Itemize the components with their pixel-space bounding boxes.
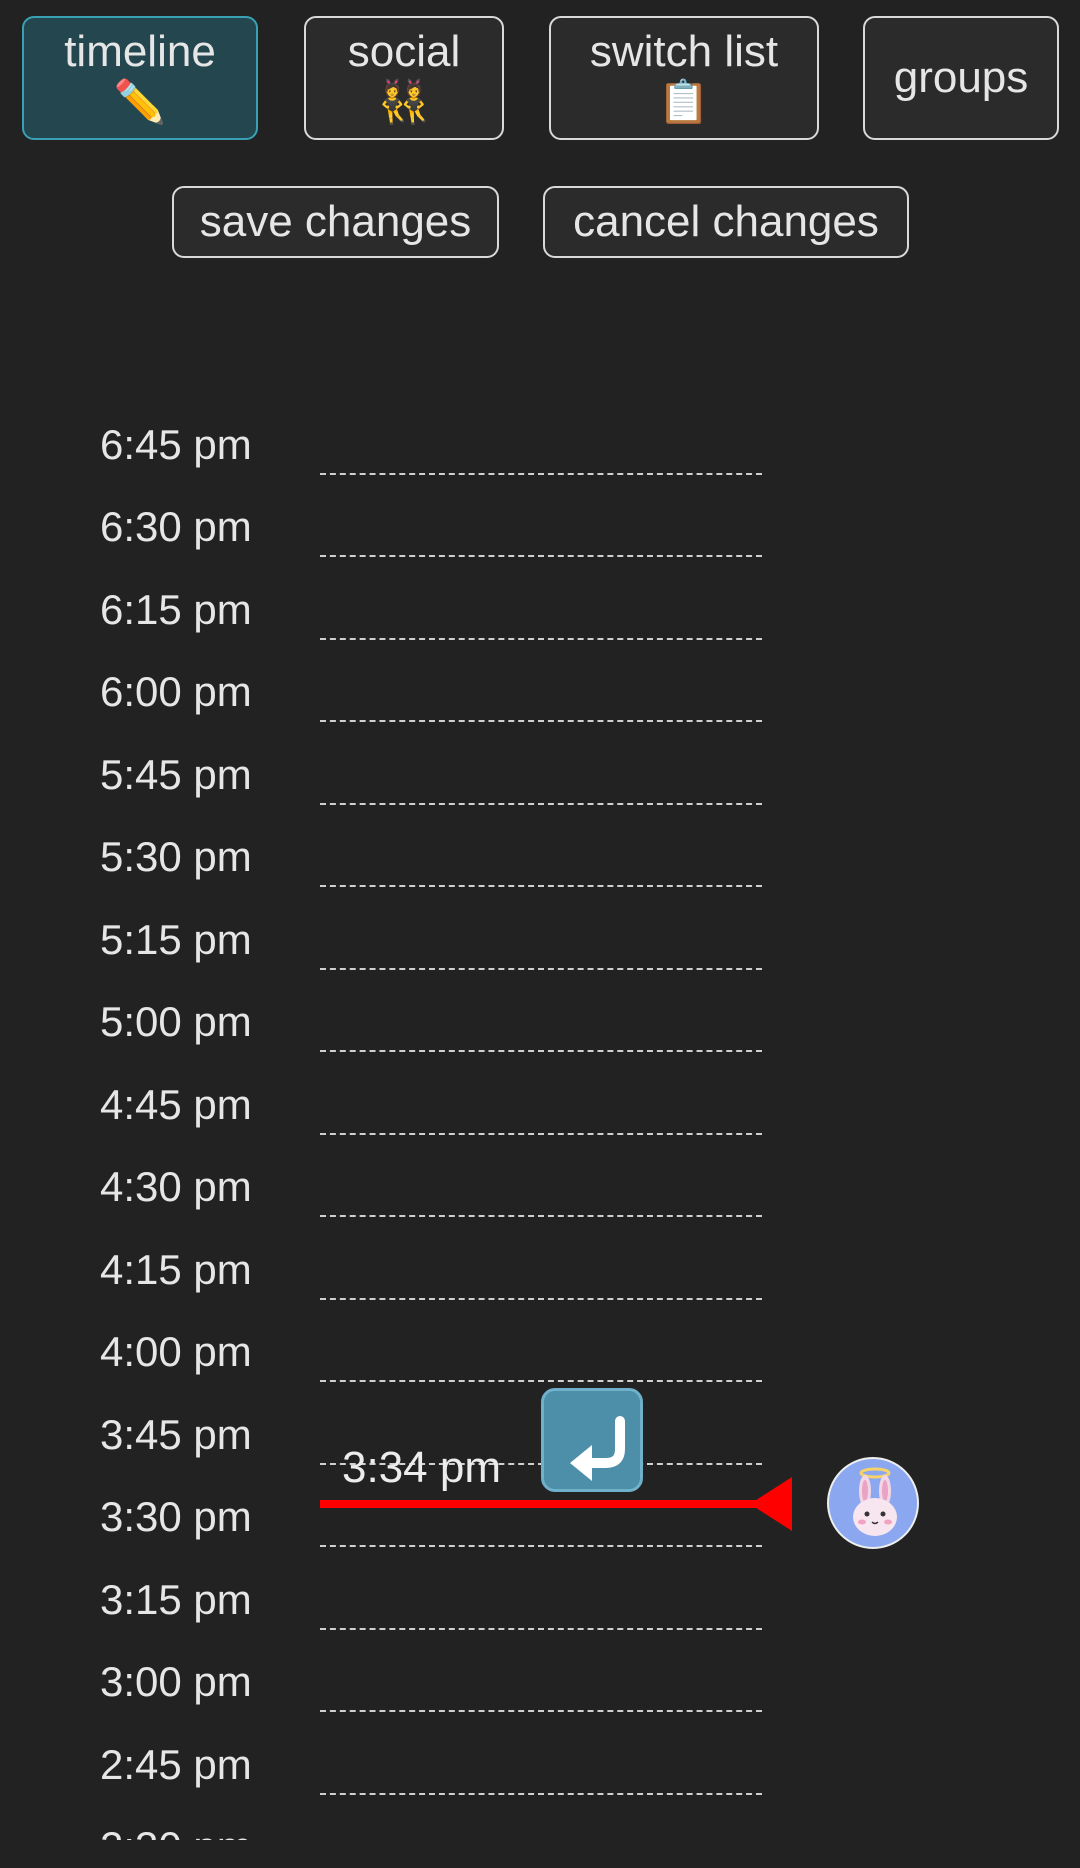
tab-timeline-label: timeline [64, 27, 216, 76]
tick-label: 2:45 pm [100, 1741, 252, 1788]
tab-groups-label: groups [893, 53, 1029, 102]
timeline-tick: 6:15 pm [0, 585, 1080, 667]
tick-label: 5:30 pm [100, 833, 252, 880]
tick-line [320, 1215, 762, 1217]
timeline-tick: 2:45 pm [0, 1740, 1080, 1822]
save-changes-button[interactable]: save changes [172, 186, 499, 258]
angel-bunny-avatar[interactable] [827, 1457, 919, 1549]
timeline-tick: 6:45 pm [0, 420, 1080, 502]
tick-label: 2:30 pm [100, 1822, 300, 1840]
tick-line [320, 1545, 762, 1547]
timeline-tick: 3:15 pm [0, 1575, 1080, 1657]
tab-social[interactable]: social 👯 [304, 16, 504, 140]
timeline[interactable]: 6:45 pm 6:30 pm 6:15 pm 6:00 pm 5:45 pm … [0, 400, 1080, 1840]
tick-line [320, 1628, 762, 1630]
tick-line [320, 968, 762, 970]
tick-line [320, 638, 762, 640]
return-arrow-icon[interactable] [541, 1388, 643, 1492]
timeline-tick: 5:15 pm [0, 915, 1080, 997]
timeline-tick: 3:00 pm [0, 1657, 1080, 1739]
tick-label: 6:30 pm [100, 503, 252, 550]
tick-line [320, 473, 762, 475]
tick-label: 3:00 pm [100, 1658, 252, 1705]
tick-line [320, 1133, 762, 1135]
tab-switch-list-label: switch list [589, 27, 779, 76]
tab-groups[interactable]: groups [863, 16, 1059, 140]
timeline-tick: 4:15 pm [0, 1245, 1080, 1327]
tick-line [320, 720, 762, 722]
tick-line [320, 1710, 762, 1712]
timeline-tick: 5:30 pm [0, 832, 1080, 914]
tick-line [320, 885, 762, 887]
tick-label: 4:45 pm [100, 1081, 252, 1128]
timeline-tick: 2:30 pm [0, 1822, 1080, 1840]
tick-label: 4:00 pm [100, 1328, 252, 1375]
tick-label: 5:15 pm [100, 916, 252, 963]
tab-social-label: social [347, 27, 461, 76]
current-time-label: 3:34 pm [342, 1443, 501, 1492]
timeline-tick: 5:45 pm [0, 750, 1080, 832]
tab-switch-list[interactable]: switch list 📋 [549, 16, 819, 140]
tick-line [320, 1298, 762, 1300]
tick-label: 3:15 pm [100, 1576, 252, 1623]
tick-line [320, 1793, 762, 1795]
timeline-tick: 4:45 pm [0, 1080, 1080, 1162]
current-time-arrow-icon [750, 1477, 792, 1531]
tab-timeline[interactable]: timeline ✏️ [22, 16, 258, 140]
tick-label: 6:15 pm [100, 586, 252, 633]
timeline-tick: 6:30 pm [0, 502, 1080, 584]
pencil-icon: ✏️ [113, 78, 167, 125]
timeline-tick: 5:00 pm [0, 997, 1080, 1079]
clipboard-icon: 📋 [657, 78, 711, 125]
tick-label: 6:00 pm [100, 668, 252, 715]
timeline-tick: 4:30 pm [0, 1162, 1080, 1244]
tick-line [320, 803, 762, 805]
dancers-icon: 👯 [377, 78, 431, 125]
tick-label: 6:45 pm [100, 421, 252, 468]
tick-label: 4:15 pm [100, 1246, 252, 1293]
cancel-changes-button[interactable]: cancel changes [543, 186, 909, 258]
current-time-line [320, 1500, 760, 1508]
tick-line [320, 555, 762, 557]
tick-line [320, 1050, 762, 1052]
tick-label: 5:45 pm [100, 751, 252, 798]
timeline-tick: 6:00 pm [0, 667, 1080, 749]
tick-label: 5:00 pm [100, 998, 252, 1045]
current-time-marker: 3:34 pm [0, 1380, 1080, 1549]
tick-label: 4:30 pm [100, 1163, 252, 1210]
